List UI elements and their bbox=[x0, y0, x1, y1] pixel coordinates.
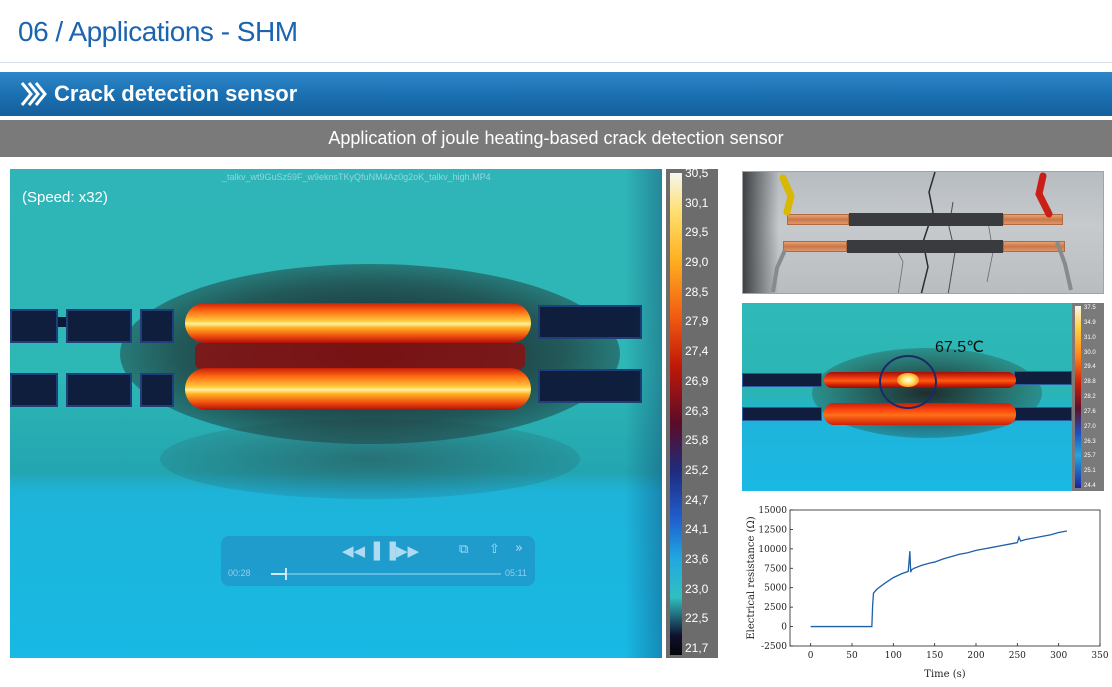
x-tick-label: 300 bbox=[1050, 651, 1067, 661]
inset-scale-tick-label: 29.4 bbox=[1084, 364, 1096, 371]
scale-tick-label: 26,3 bbox=[685, 403, 709, 418]
scale-tick-label: 28,5 bbox=[685, 284, 709, 299]
temperature-gradient bbox=[670, 173, 682, 655]
inset-scale-tick-label: 25.7 bbox=[1084, 453, 1096, 460]
hotspot-circle-marker bbox=[879, 355, 937, 409]
scale-tick-label: 21,7 bbox=[685, 641, 709, 655]
caption-text: Application of joule heating-based crack… bbox=[328, 128, 784, 148]
picture-in-picture-icon[interactable]: ⧉ bbox=[459, 542, 468, 557]
header-divider bbox=[0, 62, 1112, 63]
heated-gap bbox=[195, 343, 525, 369]
inset-scale-tick-label: 27.0 bbox=[1084, 423, 1096, 430]
left-electrode-bottom-1 bbox=[10, 373, 58, 407]
inset-scale-tick-label: 25.1 bbox=[1084, 468, 1096, 475]
inset-electrode-right-top bbox=[1014, 371, 1072, 385]
scale-tick-label: 26,9 bbox=[685, 373, 709, 388]
resistance-chart: 0 50 100 150 200 250 300 350 -2500 0 2500 5000 7500 1… bbox=[742, 500, 1112, 687]
left-electrode-top-2 bbox=[66, 309, 132, 343]
frame-shadow bbox=[625, 169, 662, 658]
page-title: 06 / Applications - SHM bbox=[18, 16, 298, 47]
x-tick-label: 100 bbox=[885, 651, 902, 661]
inset-electrode-left-bottom bbox=[742, 407, 822, 421]
inset-temperature-gradient bbox=[1075, 306, 1081, 488]
specimen-photo bbox=[742, 171, 1104, 294]
left-electrode-top-3 bbox=[140, 309, 174, 343]
y-tick-label: 2500 bbox=[764, 603, 787, 613]
scrub-progress bbox=[271, 573, 285, 575]
y-tick-label: 0 bbox=[781, 623, 787, 633]
y-tick-label: 15000 bbox=[758, 506, 787, 516]
section-title: Crack detection sensor bbox=[54, 81, 298, 106]
inset-scale-tick-label: 28.8 bbox=[1084, 379, 1096, 386]
scale-tick-label: 29,0 bbox=[685, 255, 709, 270]
x-tick-label: 0 bbox=[808, 651, 814, 661]
left-electrode-top-1 bbox=[10, 309, 58, 343]
caption-bar: Application of joule heating-based crack… bbox=[0, 120, 1112, 157]
y-tick-label: -2500 bbox=[761, 642, 787, 652]
y-tick-label: 7500 bbox=[764, 564, 787, 574]
inset-scale-tick-label: 37.5 bbox=[1084, 305, 1096, 311]
section-header-bar: Crack detection sensor bbox=[0, 72, 1112, 116]
x-tick-label: 50 bbox=[846, 651, 858, 661]
y-tick-label: 12500 bbox=[758, 525, 787, 535]
heat-halo-lower bbox=[160, 419, 580, 499]
x-tick-label: 350 bbox=[1091, 651, 1108, 661]
chevron-right-icon bbox=[20, 82, 47, 106]
inset-scale-tick-label: 30.0 bbox=[1084, 349, 1096, 356]
share-icon[interactable]: ⇧ bbox=[489, 542, 500, 557]
inset-scale-tick-label: 26.3 bbox=[1084, 438, 1096, 445]
inset-electrode-left-top bbox=[742, 373, 822, 387]
total-time: 05:11 bbox=[505, 568, 527, 578]
speed-label: (Speed: x32) bbox=[22, 189, 108, 206]
scale-tick-label: 30,1 bbox=[685, 195, 709, 210]
x-tick-label: 250 bbox=[1009, 651, 1026, 661]
y-tick-label: 5000 bbox=[764, 584, 787, 594]
elapsed-time: 00:28 bbox=[228, 568, 251, 578]
scale-tick-label: 24,7 bbox=[685, 492, 709, 507]
x-axis-label: Time (s) bbox=[924, 669, 965, 680]
scrub-handle[interactable] bbox=[284, 568, 287, 580]
scale-tick-label: 23,0 bbox=[685, 581, 709, 596]
playback-controls: ◀◀ ❚❚ ▶▶ ⧉ ⇧ » 00:28 05:11 bbox=[221, 536, 535, 586]
left-electrode-bottom-2 bbox=[66, 373, 132, 407]
resistance-chart-svg: 0 50 100 150 200 250 300 350 -2500 0 2500 5000 7500 1… bbox=[746, 506, 1109, 680]
scale-tick-label: 30,5 bbox=[685, 166, 709, 180]
x-tick-label: 200 bbox=[967, 651, 984, 661]
y-tick-label: 10000 bbox=[758, 545, 787, 555]
thermal-image-inset: 67.5℃ 37.5 34.9 31.0 30.0 29.4 28.8 28.2 27.6 27… bbox=[742, 303, 1104, 491]
left-electrode-bottom-3 bbox=[140, 373, 174, 407]
scale-tick-label: 23,6 bbox=[685, 551, 709, 566]
heated-sensor-strip-bottom bbox=[185, 368, 531, 410]
inset-temperature-scale: 37.5 34.9 31.0 30.0 29.4 28.8 28.2 27.6 27.0 26.3… bbox=[1072, 303, 1104, 491]
thermal-video-player[interactable]: _talkv_wt9GuSz59F_w9eknsTKyQfuNM4Az0g2oK… bbox=[10, 169, 662, 658]
alligator-clips bbox=[771, 172, 1073, 293]
hotspot-temperature-label: 67.5℃ bbox=[935, 339, 985, 356]
inset-electrode-right-bottom bbox=[1014, 407, 1072, 421]
scale-tick-label: 27,4 bbox=[685, 344, 709, 359]
y-axis-label: Electrical resistance (Ω) bbox=[746, 516, 757, 639]
scale-tick-label: 29,5 bbox=[685, 225, 709, 240]
inset-scale-tick-label: 28.2 bbox=[1084, 394, 1096, 400]
scale-tick-label: 25,8 bbox=[685, 433, 709, 448]
close-icon[interactable]: » bbox=[515, 541, 523, 556]
inset-scale-tick-label: 34.9 bbox=[1084, 319, 1096, 326]
inset-scale-tick-label: 24.4 bbox=[1084, 483, 1096, 489]
scale-tick-label: 27,9 bbox=[685, 314, 709, 329]
x-tick-label: 150 bbox=[926, 651, 943, 661]
scale-tick-label: 25,2 bbox=[685, 462, 709, 477]
scrub-bar[interactable] bbox=[271, 573, 501, 575]
temperature-scale: 30,5 30,1 29,5 29,0 28,5 27,9 27,4 26,9 26,3 25,8… bbox=[666, 166, 718, 658]
plot-frame bbox=[789, 509, 1101, 647]
forward-button[interactable]: ▶▶ bbox=[396, 542, 419, 560]
scale-tick-label: 22,5 bbox=[685, 611, 709, 626]
inset-scale-tick-label: 27.6 bbox=[1084, 408, 1096, 415]
heated-sensor-strip-top bbox=[185, 303, 531, 343]
scale-tick-label: 24,1 bbox=[685, 522, 709, 537]
rewind-button[interactable]: ◀◀ bbox=[342, 542, 365, 560]
inset-scale-tick-label: 31.0 bbox=[1084, 334, 1096, 341]
video-filename: _talkv_wt9GuSz59F_w9eknsTKyQfuNM4Az0g2oK… bbox=[222, 172, 491, 182]
resistance-series-line bbox=[810, 530, 1068, 628]
